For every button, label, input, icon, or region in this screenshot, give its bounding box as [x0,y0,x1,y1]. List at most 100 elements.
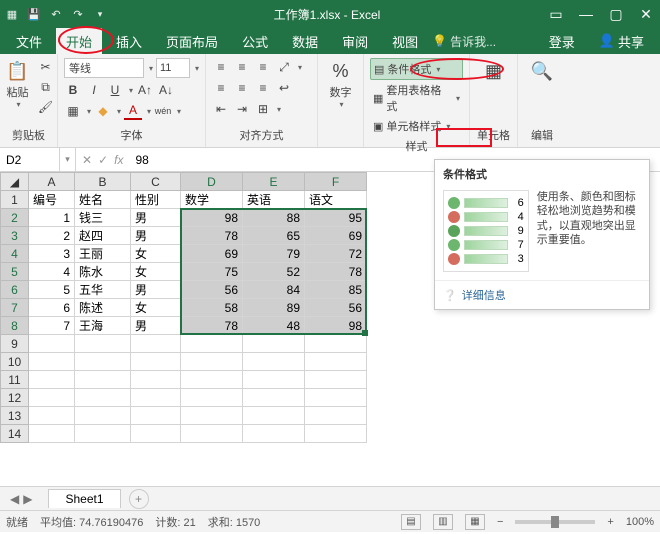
indent-increase-icon[interactable]: ⇥ [233,100,251,118]
undo-icon[interactable]: ↶ [48,6,64,22]
restore-icon[interactable]: ▢ [606,4,626,24]
sheet-tab[interactable]: Sheet1 [48,489,120,508]
cell[interactable] [75,389,131,407]
close-icon[interactable]: ✕ [636,4,656,24]
format-as-table-button[interactable]: ▦ 套用表格格式▾ [370,80,463,116]
cell[interactable]: 男 [131,317,181,335]
cell[interactable]: 52 [243,263,305,281]
cell[interactable]: 女 [131,299,181,317]
cell[interactable]: 女 [131,263,181,281]
cell[interactable]: 58 [181,299,243,317]
cell[interactable]: 79 [243,245,305,263]
align-middle-icon[interactable]: ≡ [233,58,251,76]
cell[interactable] [29,407,75,425]
col-header[interactable]: C [131,173,181,191]
cell[interactable]: 数学 [181,191,243,209]
cell[interactable] [243,353,305,371]
underline-button[interactable]: U [106,81,124,99]
cells-button[interactable]: ▦ [479,58,509,84]
cell[interactable]: 88 [243,209,305,227]
orientation-icon[interactable]: ⤢ [275,58,293,76]
row-header[interactable]: 13 [1,407,29,425]
cell[interactable]: 72 [305,245,367,263]
add-sheet-button[interactable]: + [129,489,149,509]
cell[interactable]: 英语 [243,191,305,209]
bold-button[interactable]: B [64,81,82,99]
cell[interactable]: 84 [243,281,305,299]
cell[interactable] [131,425,181,443]
font-size-combo[interactable]: 11 [156,58,190,78]
cell[interactable] [75,353,131,371]
cell[interactable] [243,389,305,407]
font-color-button[interactable]: A [124,102,142,120]
chevron-down-icon[interactable]: ▾ [177,107,181,116]
tab-review[interactable]: 审阅 [332,28,378,55]
cell[interactable] [305,389,367,407]
cell[interactable]: 语文 [305,191,367,209]
share-button[interactable]: 👤共享 [589,28,654,55]
cell-styles-button[interactable]: ▣ 单元格样式▾ [370,116,463,136]
cell[interactable] [243,407,305,425]
indent-decrease-icon[interactable]: ⇤ [212,100,230,118]
tab-layout[interactable]: 页面布局 [156,28,228,55]
cell[interactable]: 56 [181,281,243,299]
cell[interactable]: 5 [29,281,75,299]
zoom-slider[interactable] [515,520,595,524]
fill-color-button[interactable]: ◆ [94,102,112,120]
cell[interactable] [75,407,131,425]
signin-button[interactable]: 登录 [539,28,585,55]
chevron-down-icon[interactable]: ▾ [149,64,153,73]
cell[interactable]: 89 [243,299,305,317]
cell[interactable]: 姓名 [75,191,131,209]
row-header[interactable]: 7 [1,299,29,317]
grow-font-icon[interactable]: A↑ [136,81,154,99]
qa-more-icon[interactable]: ▾ [92,6,108,22]
cell[interactable]: 98 [181,209,243,227]
conditional-formatting-button[interactable]: ▤ 条件格式▾ [370,58,463,80]
cell[interactable] [75,335,131,353]
chevron-down-icon[interactable]: ▾ [87,107,91,116]
cell[interactable]: 75 [181,263,243,281]
cell[interactable] [305,425,367,443]
cell[interactable] [131,353,181,371]
col-header[interactable]: D [181,173,243,191]
ribbon-options-icon[interactable]: ▭ [546,4,566,24]
view-layout-icon[interactable]: ▥ [433,514,453,530]
select-all-cell[interactable]: ◢ [1,173,29,191]
cell[interactable]: 65 [243,227,305,245]
row-header[interactable]: 12 [1,389,29,407]
chevron-down-icon[interactable]: ▾ [129,86,133,95]
cell[interactable]: 男 [131,209,181,227]
align-bottom-icon[interactable]: ≡ [254,58,272,76]
row-header[interactable]: 6 [1,281,29,299]
merge-center-icon[interactable]: ⊞ [254,100,272,118]
row-header[interactable]: 11 [1,371,29,389]
cell[interactable]: 性别 [131,191,181,209]
sheet-nav-next-icon[interactable]: ▶ [23,492,32,506]
enter-icon[interactable]: ✓ [98,153,108,167]
tab-view[interactable]: 视图 [382,28,428,55]
format-painter-icon[interactable]: 🖌 [37,98,55,116]
chevron-down-icon[interactable]: ▾ [277,105,281,114]
cell[interactable]: 女 [131,245,181,263]
row-header[interactable]: 5 [1,263,29,281]
cell[interactable]: 3 [29,245,75,263]
cell[interactable] [181,389,243,407]
cell[interactable]: 男 [131,281,181,299]
cell[interactable] [243,335,305,353]
save-icon[interactable]: 💾 [26,6,42,22]
cell[interactable]: 98 [305,317,367,335]
tab-insert[interactable]: 插入 [106,28,152,55]
tab-home[interactable]: 开始 [56,28,102,55]
minimize-icon[interactable]: — [576,4,596,24]
cell[interactable]: 85 [305,281,367,299]
namebox-dropdown[interactable]: ▾ [60,148,76,171]
tab-file[interactable]: 文件 [6,28,52,55]
fx-icon[interactable]: fx [114,153,123,167]
view-normal-icon[interactable]: ▤ [401,514,421,530]
row-header[interactable]: 10 [1,353,29,371]
cell[interactable] [243,371,305,389]
row-header[interactable]: 2 [1,209,29,227]
col-header[interactable]: F [305,173,367,191]
cell[interactable]: 五华 [75,281,131,299]
